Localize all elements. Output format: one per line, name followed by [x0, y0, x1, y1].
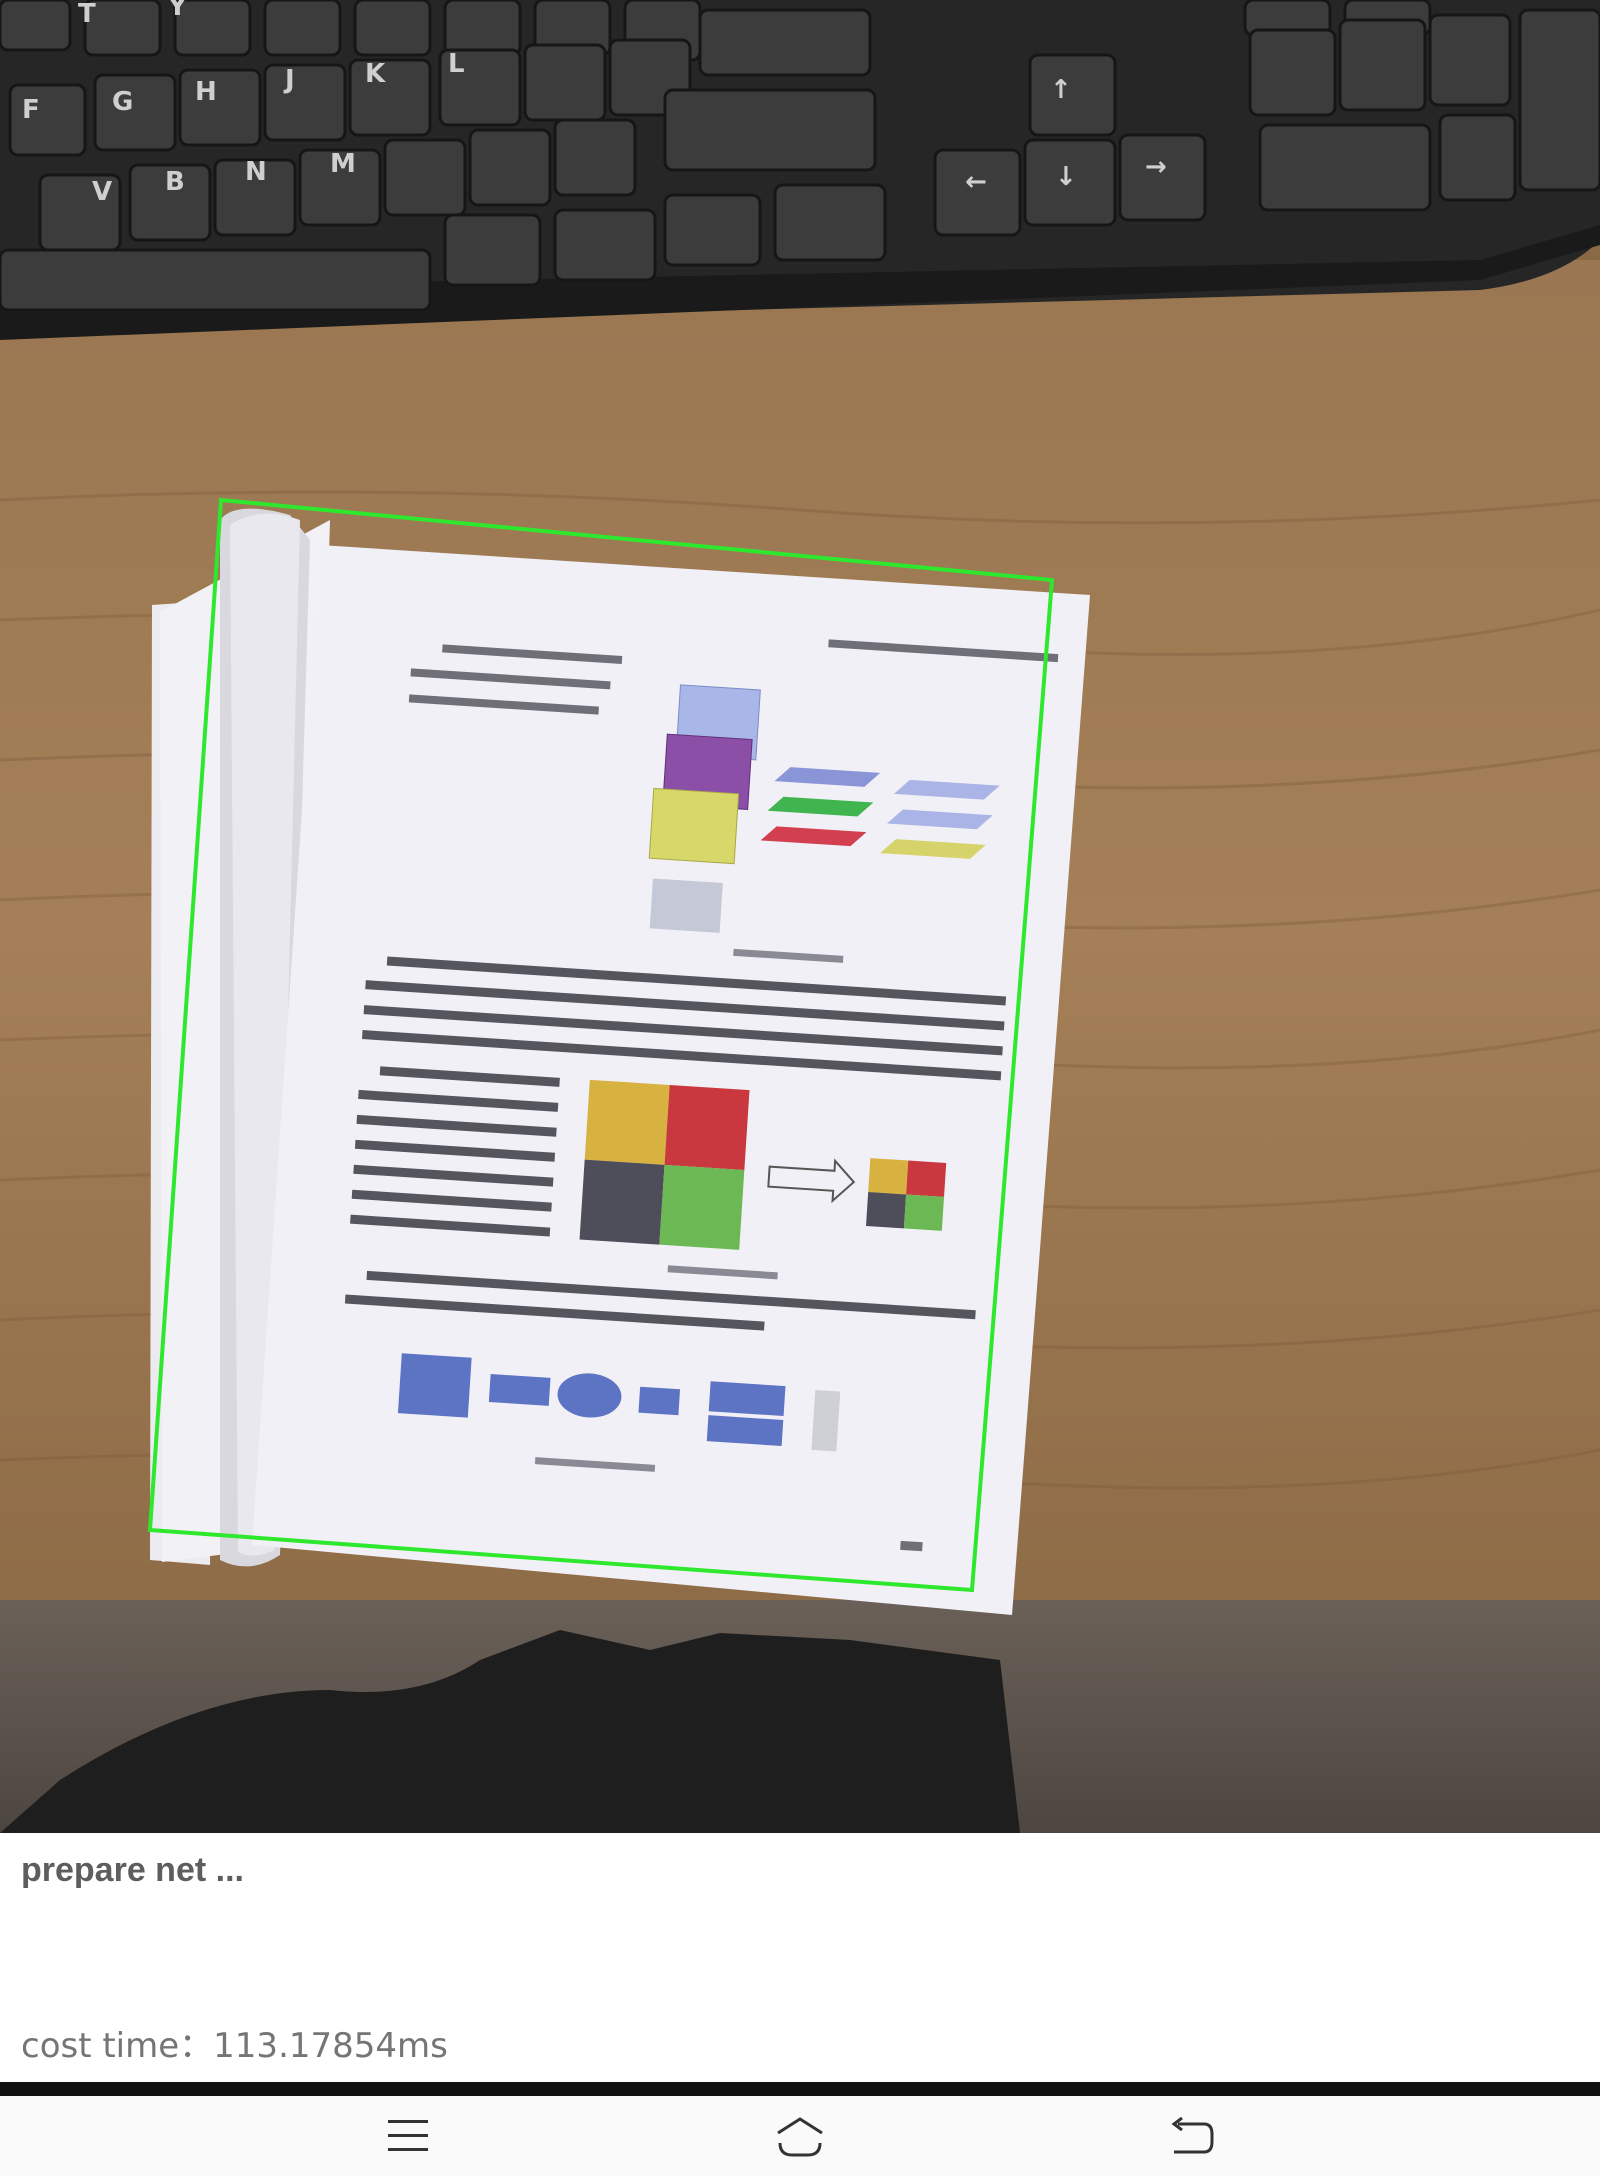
svg-text:Y: Y [167, 0, 188, 22]
svg-text:←: ← [965, 167, 987, 197]
menu-button[interactable] [348, 2096, 468, 2176]
back-button[interactable] [1132, 2096, 1252, 2176]
svg-text:H: H [195, 77, 217, 107]
back-icon [1171, 2116, 1214, 2154]
svg-text:F: F [22, 95, 40, 125]
svg-text:T: T [78, 0, 96, 29]
svg-text:↓: ↓ [1055, 162, 1077, 192]
home-button[interactable] [740, 2096, 860, 2176]
svg-text:→: → [1145, 152, 1167, 182]
svg-text:B: B [165, 167, 185, 197]
cost-time-label: cost time： [21, 2026, 214, 2066]
svg-text:G: G [112, 87, 133, 117]
camera-frame-image: T Y F G H J K L V B N M ↑ ← ↓ → [0, 0, 1600, 1833]
cost-time-readout: cost time：113.17854ms [21, 2018, 448, 2067]
menu-icon [388, 2120, 428, 2151]
status-message: prepare net ... [21, 1851, 244, 1889]
system-navigation-bar [0, 2096, 1600, 2176]
svg-text:N: N [245, 157, 267, 187]
svg-text:J: J [283, 65, 295, 95]
nav-divider [0, 2082, 1600, 2096]
camera-preview: T Y F G H J K L V B N M ↑ ← ↓ → [0, 0, 1600, 1833]
svg-text:M: M [330, 149, 356, 179]
svg-text:↑: ↑ [1050, 75, 1072, 105]
svg-text:K: K [365, 59, 386, 89]
home-icon [777, 2117, 823, 2157]
svg-text:V: V [92, 177, 112, 207]
svg-text:L: L [448, 49, 465, 79]
cost-time-value: 113.17854ms [213, 2026, 448, 2066]
